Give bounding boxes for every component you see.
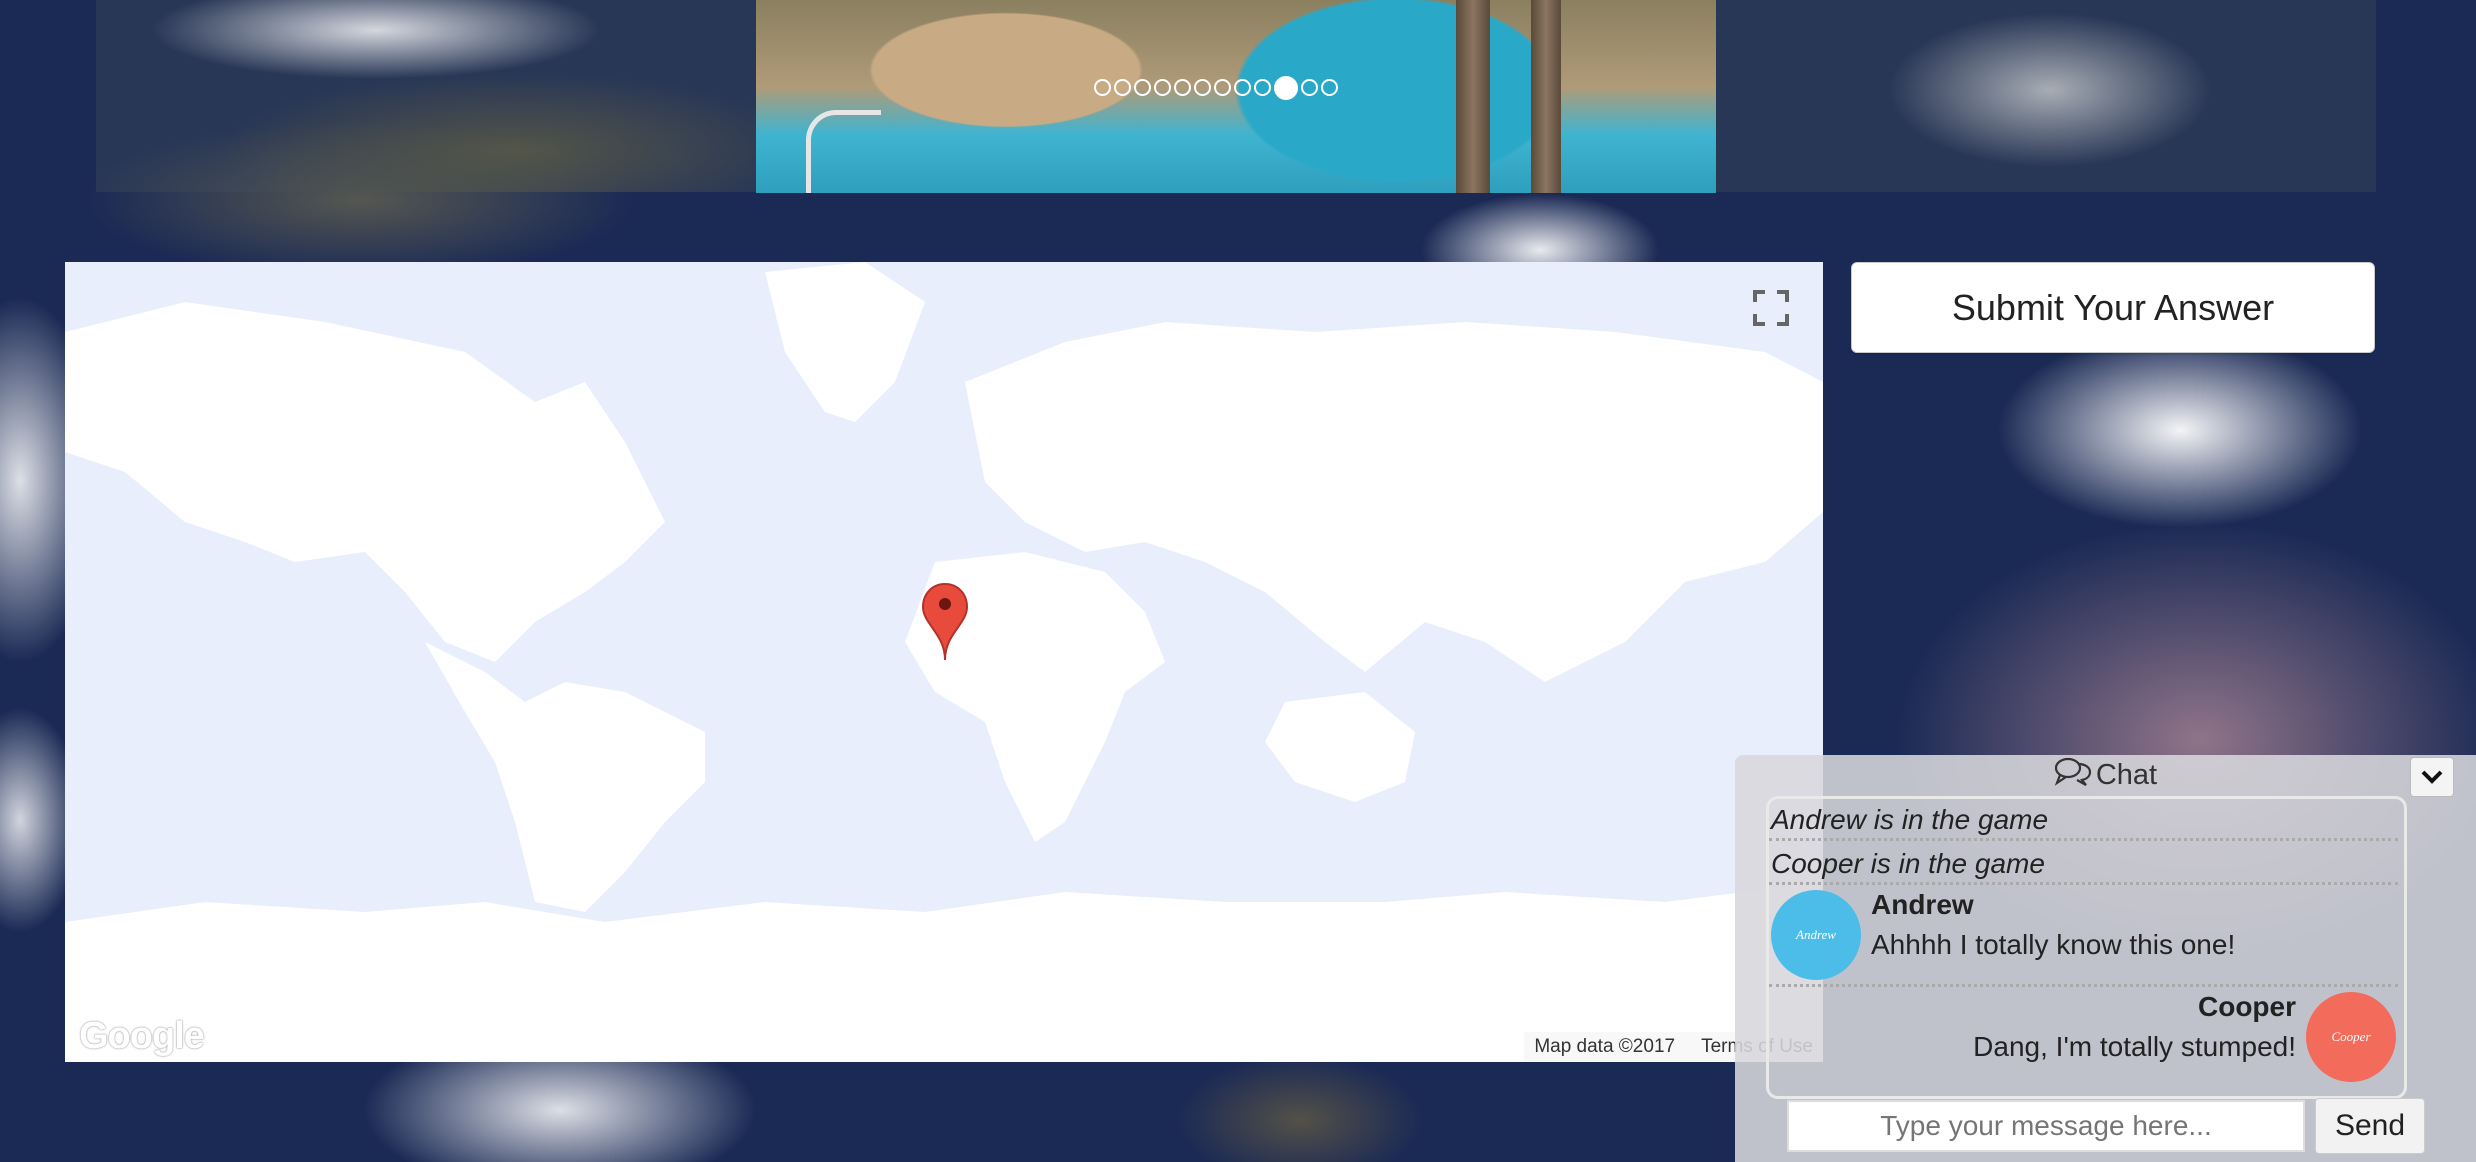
carousel-indicators	[1094, 76, 1338, 100]
carousel-dot[interactable]	[1321, 79, 1338, 96]
chat-title: Chat	[2095, 758, 2158, 791]
google-logo: Google	[79, 1015, 205, 1057]
carousel-dot[interactable]	[1274, 76, 1298, 100]
map-attribution: Map data ©2017	[1534, 1036, 1676, 1057]
carousel-dot[interactable]	[1301, 79, 1318, 96]
pool-ladder-image	[806, 110, 881, 193]
avatar: Andrew	[1771, 890, 1861, 980]
carousel-dot[interactable]	[1154, 79, 1171, 96]
carousel-dot[interactable]	[1234, 79, 1251, 96]
carousel-dot[interactable]	[1134, 79, 1151, 96]
message-text: Ahhhh I totally know this one!	[1871, 929, 2236, 960]
map-pin-icon[interactable]	[921, 582, 969, 662]
carousel-dot[interactable]	[1214, 79, 1231, 96]
chat-message-input[interactable]	[1787, 1100, 2305, 1152]
send-button[interactable]: Send	[2315, 1098, 2425, 1154]
chat-header[interactable]: Chat	[1735, 755, 2476, 795]
chevron-down-icon[interactable]	[2410, 757, 2454, 797]
submit-answer-button[interactable]: Submit Your Answer	[1851, 262, 2375, 353]
chat-message: Cooper Cooper Dang, I'm totally stumped!	[1769, 987, 2398, 1087]
carousel-dot[interactable]	[1254, 79, 1271, 96]
message-author: Cooper	[2198, 991, 2296, 1022]
message-text: Dang, I'm totally stumped!	[1973, 1031, 2296, 1062]
chat-message: Andrew Andrew Ahhhh I totally know this …	[1769, 887, 2398, 987]
system-message: Cooper is in the game	[1769, 843, 2398, 885]
message-author: Andrew	[1871, 889, 1974, 920]
palm-trunk-image	[1531, 0, 1561, 193]
carousel-dot[interactable]	[1174, 79, 1191, 96]
chat-bubbles-icon	[2054, 756, 2092, 794]
avatar: Cooper	[2306, 992, 2396, 1082]
carousel-dot[interactable]	[1094, 79, 1111, 96]
system-message: Andrew is in the game	[1769, 799, 2398, 841]
carousel-dot[interactable]	[1194, 79, 1211, 96]
chat-panel: Chat Andrew is in the game Cooper is in …	[1735, 755, 2476, 1162]
world-map[interactable]: Google Map data ©2017 Terms of Use	[65, 262, 1823, 1062]
fullscreen-icon[interactable]	[1751, 288, 1791, 328]
chat-log[interactable]: Andrew is in the game Cooper is in the g…	[1766, 796, 2407, 1099]
palm-trunk-image	[1456, 0, 1490, 193]
carousel-dot[interactable]	[1114, 79, 1131, 96]
